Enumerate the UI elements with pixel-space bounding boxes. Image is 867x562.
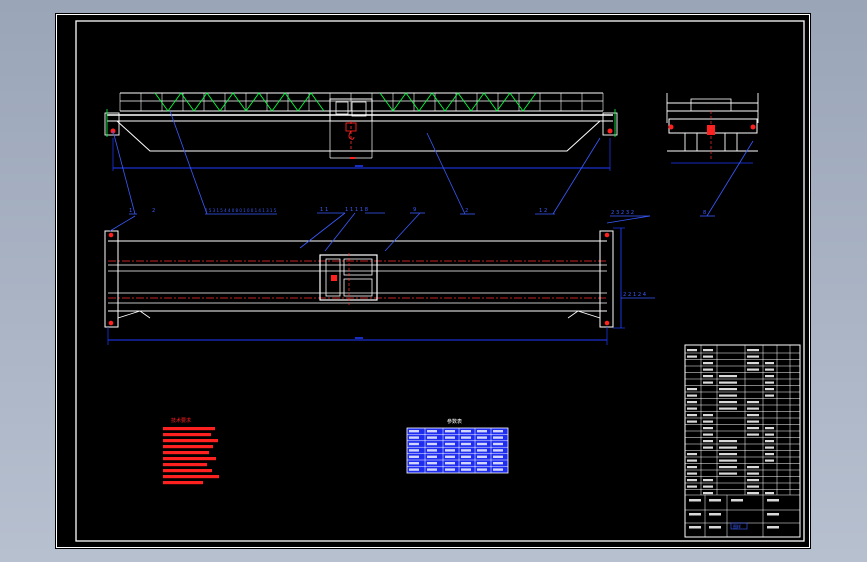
plan-view	[104, 227, 625, 345]
balloon-10: 2 2 1 2 4	[623, 292, 647, 298]
title-block: 图样	[684, 344, 801, 538]
param-table-title: 参数表	[447, 418, 462, 425]
balloon-8: 1 2	[539, 208, 547, 214]
side-elevation-view	[666, 93, 759, 164]
balloon-11: 8	[703, 210, 706, 216]
part-balloons	[109, 110, 754, 299]
balloon-2: 2	[152, 208, 155, 214]
cad-drawing-sheet: 1 2 1 5 3 1 5 4 4 0 8 0 1 0 0 1 4 1 3 1 …	[56, 14, 810, 548]
balloon-9: 2 3 2 3 2	[611, 210, 634, 216]
front-elevation-view	[104, 92, 618, 171]
truss-zigzag-right	[379, 92, 537, 112]
technical-notes: 技术要求	[163, 417, 219, 485]
balloon-6: 9	[413, 207, 416, 213]
balloon-1: 1	[129, 208, 132, 214]
notes-title: 技术要求	[171, 417, 191, 424]
parameter-table: 参数表	[406, 418, 509, 474]
balloon-5: 1 1 1 1 8	[345, 207, 368, 213]
drawing-viewport[interactable]: 1 2 1 5 3 1 5 4 4 0 8 0 1 0 0 1 4 1 3 1 …	[55, 13, 811, 549]
balloon-3: 1 5 3 1 5 4 4 0 8 0 1 0 0 1 4 1 3 1 5	[205, 208, 277, 213]
balloon-7: 2	[465, 208, 468, 214]
balloon-4: 1 1	[320, 207, 328, 213]
truss-zigzag-left	[154, 92, 325, 112]
title-block-label: 图样	[733, 523, 741, 529]
